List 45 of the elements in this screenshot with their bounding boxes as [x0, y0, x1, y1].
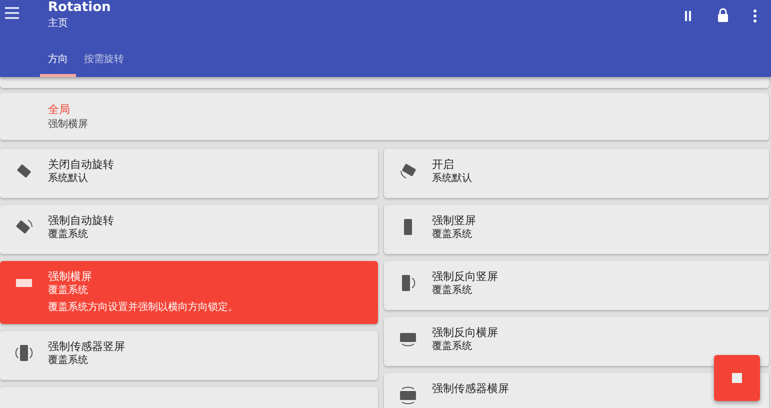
- app-title: Rotation: [48, 0, 111, 16]
- option-subtitle: 覆盖系统: [432, 228, 473, 242]
- option-title: 强制反向横屏: [432, 326, 498, 340]
- app-subtitle: 主页: [48, 16, 69, 31]
- option-title: 强制自动旋转: [48, 214, 114, 228]
- option-subtitle: 覆盖系统: [432, 340, 473, 354]
- stop-button[interactable]: [714, 355, 760, 401]
- orientation-option[interactable]: 关闭自动旋转 系统默认: [0, 149, 378, 198]
- landscape-phone-arc-icon: [398, 331, 418, 347]
- option-title: 强制反向竖屏: [432, 270, 498, 284]
- orientation-option[interactable]: 开启 系统默认: [384, 149, 769, 198]
- orientation-option[interactable]: 强制传感器横屏: [384, 373, 769, 408]
- orientation-option[interactable]: 强制反向竖屏 覆盖系统: [384, 261, 769, 310]
- option-description: 覆盖系统方向设置并强制以横向方向锁定。: [48, 301, 238, 315]
- option-title: 开启: [432, 158, 455, 172]
- stop-icon: [732, 373, 742, 383]
- tab[interactable]: 按需旋转: [76, 48, 132, 77]
- orientation-option[interactable]: 强制横屏 覆盖系统 覆盖系统方向设置并强制以横向方向锁定。: [0, 261, 378, 324]
- orientation-option[interactable]: 强制自动旋转 覆盖系统: [0, 205, 378, 254]
- orientation-option[interactable]: 强制反向横屏 覆盖系统: [384, 317, 769, 366]
- portrait-phone-icon: [402, 217, 414, 237]
- option-subtitle: 覆盖系统: [432, 284, 473, 298]
- pause-icon[interactable]: [683, 10, 693, 22]
- global-label: 全局: [48, 102, 71, 116]
- menu-icon[interactable]: [4, 6, 20, 20]
- orientation-option[interactable]: 强制传感器竖屏 覆盖系统: [0, 331, 378, 380]
- more-options-icon[interactable]: [753, 8, 757, 22]
- option-subtitle: 覆盖系统: [48, 284, 89, 298]
- option-title: 强制横屏: [48, 270, 93, 284]
- option-subtitle: 覆盖系统: [48, 228, 89, 242]
- landscape-phone-icon: [15, 277, 33, 289]
- option-subtitle: 系统默认: [432, 172, 472, 186]
- option-title: 强制竖屏: [432, 214, 476, 228]
- option-title: 强制传感器横屏: [432, 382, 509, 396]
- option-subtitle: 系统默认: [48, 172, 89, 186]
- lock-icon[interactable]: [717, 8, 729, 23]
- portrait-phone-arcs-icon: [14, 343, 34, 363]
- landscape-phone-arcs-icon: [398, 385, 418, 405]
- orientation-option[interactable]: 强制竖屏 覆盖系统: [384, 205, 769, 254]
- global-value: 强制横屏: [48, 118, 89, 132]
- option-subtitle: 覆盖系统: [48, 354, 89, 368]
- portrait-phone-arc-icon: [400, 273, 416, 293]
- tilted-phone-arc-icon: [398, 161, 418, 181]
- option-title: 强制传感器竖屏: [48, 340, 125, 354]
- option-title: 关闭自动旋转: [48, 158, 114, 172]
